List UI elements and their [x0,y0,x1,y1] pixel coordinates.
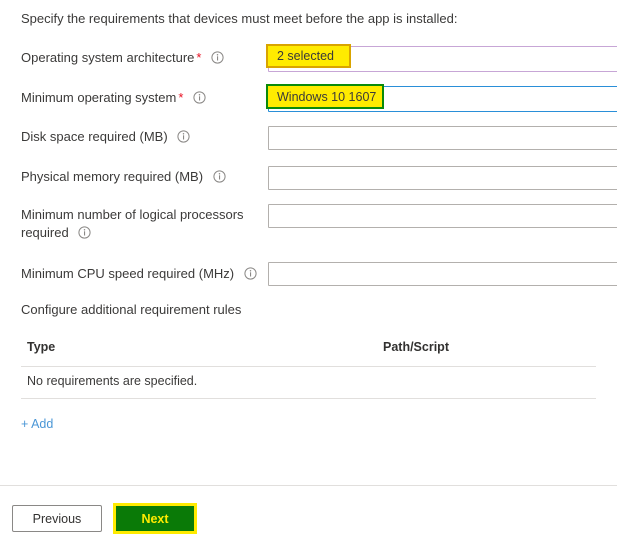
label-logical-processors-line2: required [21,225,69,240]
dropdown-value-min-os: Windows 10 1607 [277,89,377,104]
next-button[interactable]: Next [116,506,194,531]
table-body: No requirements are specified. [21,367,596,399]
requirement-rules-table: Type Path/Script No requirements are spe… [21,337,596,399]
label-physical-memory: Physical memory required (MB) [21,168,226,186]
required-asterisk: * [196,50,202,65]
label-min-os: Minimum operating system * [21,89,206,107]
table-empty-message: No requirements are specified. [27,374,198,388]
column-header-path-script: Path/Script [383,340,449,354]
required-asterisk: * [178,90,184,105]
highlight-os-architecture-value[interactable]: 2 selected [266,44,351,68]
label-logical-processors-line1: Minimum number of logical processors [21,207,244,222]
label-cpu-speed-text: Minimum CPU speed required (MHz) [21,266,235,281]
previous-button[interactable]: Previous [12,505,102,532]
input-logical-processors[interactable] [268,204,617,228]
next-button-highlight: Next [113,503,197,534]
input-cpu-speed[interactable] [268,262,617,286]
highlight-min-os-value[interactable]: Windows 10 1607 [266,84,384,109]
requirements-form-page: Specify the requirements that devices mu… [0,0,617,541]
section-heading-additional-rules: Configure additional requirement rules [21,302,242,317]
add-requirement-link[interactable]: + Add [21,417,53,431]
table-header-row: Type Path/Script [21,337,596,367]
input-physical-memory[interactable] [268,166,617,190]
info-icon[interactable] [211,51,224,64]
page-intro-text: Specify the requirements that devices mu… [21,11,458,26]
info-icon[interactable] [78,226,91,239]
info-icon[interactable] [244,267,257,280]
footer-divider [0,485,617,486]
info-icon[interactable] [177,130,190,143]
column-header-type: Type [27,340,56,354]
label-os-architecture: Operating system architecture * [21,49,224,67]
label-physical-memory-text: Physical memory required (MB) [21,169,204,184]
input-disk-space[interactable] [268,126,617,150]
label-disk-space-text: Disk space required (MB) [21,129,168,144]
label-logical-processors: Minimum number of logical processors req… [21,206,256,242]
label-disk-space: Disk space required (MB) [21,128,190,146]
info-icon[interactable] [193,91,206,104]
label-os-architecture-text: Operating system architecture [21,50,195,65]
label-cpu-speed: Minimum CPU speed required (MHz) [21,265,257,283]
label-min-os-text: Minimum operating system [21,90,177,105]
dropdown-value-os-architecture: 2 selected [277,49,334,63]
info-icon[interactable] [213,170,226,183]
